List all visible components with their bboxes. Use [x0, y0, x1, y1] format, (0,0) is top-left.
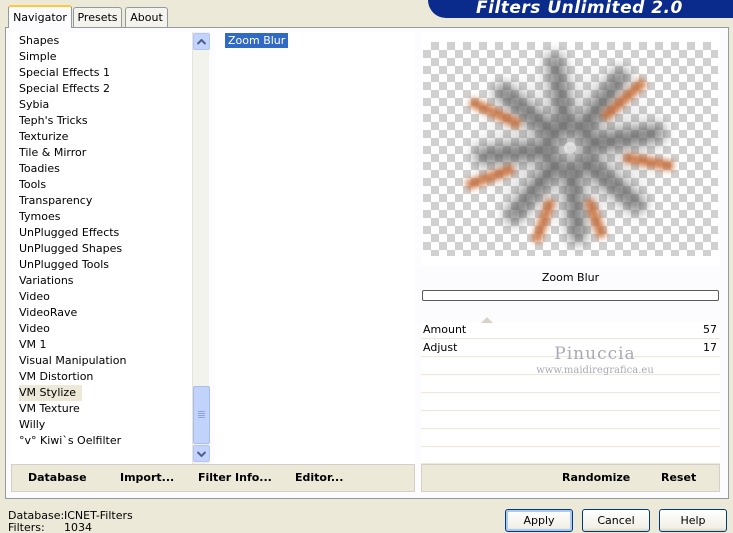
category-item[interactable]: Sybia: [19, 97, 49, 113]
cancel-button[interactable]: Cancel: [582, 509, 650, 532]
param-value: 17: [703, 341, 717, 354]
category-list[interactable]: Shapes Simple Special Effects 1 Special Eff…: [11, 32, 192, 464]
category-item[interactable]: Simple: [19, 49, 57, 65]
category-item[interactable]: UnPlugged Effects: [19, 225, 119, 241]
filter-list[interactable]: Zoom Blur: [215, 32, 415, 464]
param-row-empty: [421, 412, 720, 429]
param-name: Adjust: [423, 341, 458, 354]
param-row-adjust[interactable]: Adjust 17: [421, 340, 720, 357]
scroll-thumb[interactable]: [193, 386, 210, 444]
param-row-empty: [421, 448, 720, 464]
status-value: 1034: [64, 521, 92, 533]
category-item[interactable]: UnPlugged Shapes: [19, 241, 122, 257]
import-button[interactable]: Import...: [120, 470, 174, 486]
category-item[interactable]: Teph's Tricks: [19, 113, 88, 129]
button-label: Help: [680, 514, 706, 527]
category-item[interactable]: Tools: [19, 177, 46, 193]
category-item[interactable]: Toadies: [19, 161, 60, 177]
category-item[interactable]: Shapes: [19, 33, 59, 49]
category-item[interactable]: Special Effects 1: [19, 65, 110, 81]
help-button[interactable]: Help: [659, 509, 727, 532]
scroll-up-button[interactable]: [193, 33, 210, 50]
tab-label: About: [130, 11, 163, 24]
category-scrollbar[interactable]: [192, 32, 210, 464]
category-item[interactable]: Tile & Mirror: [19, 145, 86, 161]
slider-marker: [481, 317, 493, 323]
grip-icon: [198, 411, 205, 419]
brand-banner: Filters Unlimited 2.0: [428, 0, 733, 18]
category-item[interactable]: Transparency: [19, 193, 92, 209]
status-label: Filters:: [8, 521, 45, 533]
button-label: Cancel: [597, 514, 635, 527]
tab-presets[interactable]: Presets: [73, 7, 122, 27]
status-filters: Filters: 1034: [8, 521, 92, 533]
category-item[interactable]: VideoRave: [19, 305, 77, 321]
tab-label: Navigator: [13, 11, 67, 24]
category-item[interactable]: Texturize: [19, 129, 68, 145]
button-label: Apply: [523, 514, 555, 527]
param-row-empty: [421, 358, 720, 375]
left-button-bar: Database Import... Filter Info... Editor…: [11, 464, 415, 492]
param-value: 57: [703, 323, 717, 336]
brand-title: Filters Unlimited 2.0: [476, 0, 683, 18]
param-row-empty: [421, 394, 720, 411]
reset-button[interactable]: Reset: [661, 470, 696, 486]
progress-bar: [422, 290, 719, 301]
tab-navigator[interactable]: Navigator: [8, 5, 72, 28]
category-item[interactable]: UnPlugged Tools: [19, 257, 109, 273]
tab-label: Presets: [77, 11, 118, 24]
scroll-down-button[interactable]: [193, 445, 210, 462]
chevron-down-icon: [197, 450, 206, 457]
category-item[interactable]: Visual Manipulation: [19, 353, 126, 369]
tab-about[interactable]: About: [125, 7, 168, 27]
apply-button[interactable]: Apply: [505, 509, 573, 532]
param-name: Amount: [423, 323, 467, 336]
database-button[interactable]: Database: [28, 470, 87, 486]
editor-button[interactable]: Editor...: [295, 470, 343, 486]
category-item[interactable]: VM Stylize: [19, 385, 82, 401]
chevron-up-icon: [197, 38, 206, 45]
category-item[interactable]: Willy: [19, 417, 45, 433]
preview-filter-title: Zoom Blur: [541, 271, 600, 284]
param-row-empty: [421, 430, 720, 447]
category-item[interactable]: Special Effects 2: [19, 81, 110, 97]
filter-info-button[interactable]: Filter Info...: [198, 470, 272, 486]
right-button-bar: Randomize Reset: [421, 464, 720, 492]
category-item[interactable]: VM 1: [19, 337, 47, 353]
category-item[interactable]: VM Distortion: [19, 369, 93, 385]
category-item[interactable]: Tymoes: [19, 209, 60, 225]
category-item[interactable]: VM Texture: [19, 401, 80, 417]
preview-area: [421, 32, 720, 266]
param-row-amount[interactable]: Amount 57: [421, 317, 720, 339]
param-row-empty: [421, 376, 720, 393]
category-item[interactable]: Variations: [19, 273, 74, 289]
randomize-button[interactable]: Randomize: [562, 470, 630, 486]
category-item[interactable]: °v° Kiwi`s Oelfilter: [19, 433, 121, 449]
filter-item-selected[interactable]: Zoom Blur: [225, 33, 289, 48]
category-item[interactable]: Video: [19, 321, 50, 337]
category-item[interactable]: Video: [19, 289, 50, 305]
preview-image: [423, 42, 718, 256]
